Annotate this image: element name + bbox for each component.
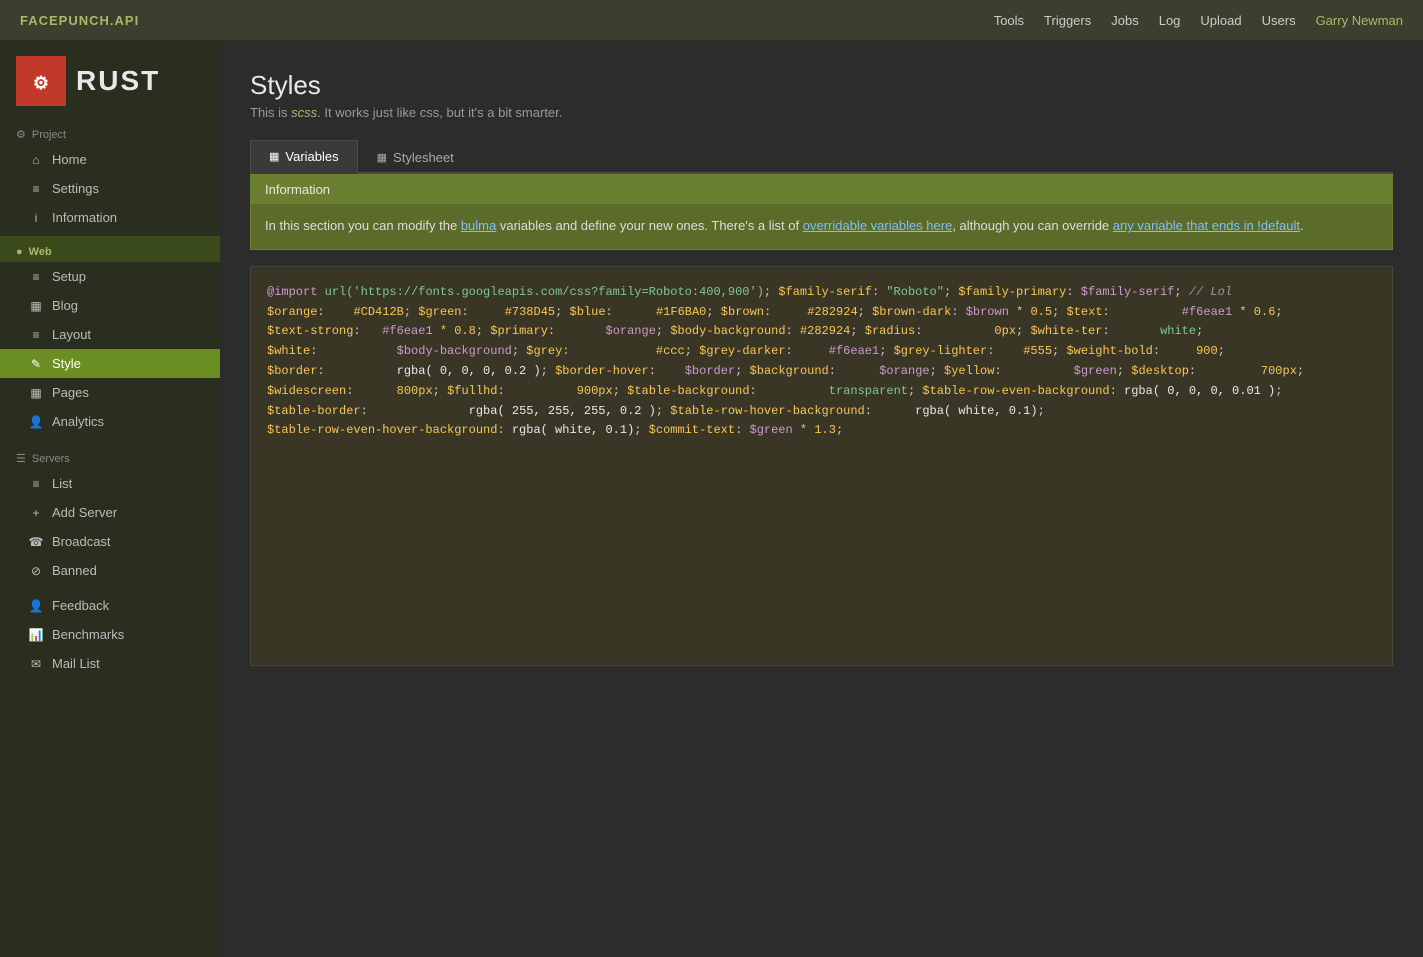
stylesheet-tab-icon: ▦ xyxy=(377,151,387,164)
overridable-vars-link[interactable]: overridable variables here xyxy=(803,218,953,233)
nav-users[interactable]: Users xyxy=(1262,13,1296,28)
tabs: ▦ Variables ▦ Stylesheet xyxy=(250,140,1393,174)
page-subtitle: This is scss. It works just like css, bu… xyxy=(250,105,1393,120)
settings-icon: ≡ xyxy=(28,182,44,196)
sidebar-pages-label: Pages xyxy=(52,385,89,400)
sidebar-item-information[interactable]: i Information xyxy=(0,203,220,232)
sidebar-item-home[interactable]: ⌂ Home xyxy=(0,145,220,174)
sidebar: ⚙ RUST ⚙ Project ⌂ Home ≡ Settings i Inf… xyxy=(0,40,220,957)
sidebar-item-setup[interactable]: ≡ Setup xyxy=(0,262,220,291)
sidebar-item-benchmarks[interactable]: 📊 Benchmarks xyxy=(0,620,220,649)
page-title: Styles xyxy=(250,70,1393,101)
sidebar-information-label: Information xyxy=(52,210,117,225)
info-box-body: In this section you can modify the bulma… xyxy=(251,204,1392,249)
sidebar-item-pages[interactable]: ▦ Pages xyxy=(0,378,220,407)
layout-icon: ≡ xyxy=(28,328,44,342)
sidebar-benchmarks-label: Benchmarks xyxy=(52,627,124,642)
benchmarks-icon: 📊 xyxy=(28,628,44,642)
gear-icon: ⚙ xyxy=(16,128,26,141)
sidebar-setup-label: Setup xyxy=(52,269,86,284)
sidebar-logo: ⚙ RUST xyxy=(0,40,220,118)
nav-links: Tools Triggers Jobs Log Upload Users Gar… xyxy=(994,13,1403,28)
sidebar-layout-label: Layout xyxy=(52,327,91,342)
rust-logo-text: RUST xyxy=(76,65,160,97)
sidebar-item-banned[interactable]: ⊘ Banned xyxy=(0,556,220,585)
sidebar-list-label: List xyxy=(52,476,72,491)
sidebar-settings-label: Settings xyxy=(52,181,99,196)
subtitle-suffix: . It works just like css, but it's a bit… xyxy=(317,105,562,120)
rust-logo-icon: ⚙ xyxy=(16,56,66,106)
sidebar-item-layout[interactable]: ≡ Layout xyxy=(0,320,220,349)
nav-tools[interactable]: Tools xyxy=(994,13,1024,28)
sidebar-group-web[interactable]: ● Web xyxy=(0,236,220,262)
nav-log[interactable]: Log xyxy=(1159,13,1181,28)
sidebar-broadcast-label: Broadcast xyxy=(52,534,111,549)
bulma-link[interactable]: bulma xyxy=(461,218,496,233)
nav-jobs[interactable]: Jobs xyxy=(1111,13,1138,28)
tab-stylesheet-label: Stylesheet xyxy=(393,150,454,165)
sidebar-group-project[interactable]: ⚙ Project xyxy=(0,118,220,145)
sidebar-item-broadcast[interactable]: ☎ Broadcast xyxy=(0,527,220,556)
variables-tab-icon: ▦ xyxy=(269,150,279,163)
top-navigation: FACEPUNCH.API Tools Triggers Jobs Log Up… xyxy=(0,0,1423,40)
analytics-icon: 👤 xyxy=(28,415,44,429)
sidebar-add-server-label: Add Server xyxy=(52,505,117,520)
sidebar-home-label: Home xyxy=(52,152,87,167)
mail-icon: ✉ xyxy=(28,657,44,671)
nav-upload[interactable]: Upload xyxy=(1200,13,1241,28)
add-icon: + xyxy=(28,506,44,520)
nav-user[interactable]: Garry Newman xyxy=(1316,13,1403,28)
setup-icon: ≡ xyxy=(28,270,44,284)
nav-triggers[interactable]: Triggers xyxy=(1044,13,1091,28)
sidebar-style-label: Style xyxy=(52,356,81,371)
list-icon: ≡ xyxy=(28,477,44,491)
blog-icon: ▦ xyxy=(28,299,44,313)
layout: ⚙ RUST ⚙ Project ⌂ Home ≡ Settings i Inf… xyxy=(0,40,1423,957)
servers-icon: ☰ xyxy=(16,452,26,465)
main-content: Styles This is scss. It works just like … xyxy=(220,40,1423,957)
sidebar-item-list[interactable]: ≡ List xyxy=(0,469,220,498)
sidebar-group-servers[interactable]: ☰ Servers xyxy=(0,442,220,469)
sidebar-item-analytics[interactable]: 👤 Analytics xyxy=(0,407,220,436)
default-vars-link[interactable]: any variable that ends in !default xyxy=(1113,218,1300,233)
brand-name: FACEPUNCH.API xyxy=(20,13,139,28)
pages-icon: ▦ xyxy=(28,386,44,400)
web-icon: ● xyxy=(16,246,23,258)
banned-icon: ⊘ xyxy=(28,564,44,578)
sidebar-analytics-label: Analytics xyxy=(52,414,104,429)
svg-text:⚙: ⚙ xyxy=(33,73,49,93)
sidebar-item-style[interactable]: ✎ Style xyxy=(0,349,220,378)
sidebar-item-feedback[interactable]: 👤 Feedback xyxy=(0,591,220,620)
info-box-header: Information xyxy=(251,175,1392,204)
info-icon: i xyxy=(28,211,44,225)
sidebar-group-servers-label: Servers xyxy=(32,453,70,465)
feedback-icon: 👤 xyxy=(28,599,44,613)
subtitle-highlight: scss xyxy=(291,105,317,120)
home-icon: ⌂ xyxy=(28,153,44,167)
subtitle-prefix: This is xyxy=(250,105,291,120)
style-icon: ✎ xyxy=(28,357,44,371)
tab-stylesheet[interactable]: ▦ Stylesheet xyxy=(358,140,473,174)
sidebar-item-blog[interactable]: ▦ Blog xyxy=(0,291,220,320)
sidebar-item-add-server[interactable]: + Add Server xyxy=(0,498,220,527)
sidebar-mail-list-label: Mail List xyxy=(52,656,100,671)
tab-variables-label: Variables xyxy=(285,149,338,164)
tab-variables[interactable]: ▦ Variables xyxy=(250,140,358,174)
sidebar-blog-label: Blog xyxy=(52,298,78,313)
sidebar-group-web-label: Web xyxy=(29,246,52,258)
sidebar-feedback-label: Feedback xyxy=(52,598,109,613)
info-box: Information In this section you can modi… xyxy=(250,174,1393,250)
code-editor[interactable]: @import url('https://fonts.googleapis.co… xyxy=(250,266,1393,666)
sidebar-group-project-label: Project xyxy=(32,129,66,141)
sidebar-banned-label: Banned xyxy=(52,563,97,578)
sidebar-item-settings[interactable]: ≡ Settings xyxy=(0,174,220,203)
broadcast-icon: ☎ xyxy=(28,535,44,549)
sidebar-item-mail-list[interactable]: ✉ Mail List xyxy=(0,649,220,678)
